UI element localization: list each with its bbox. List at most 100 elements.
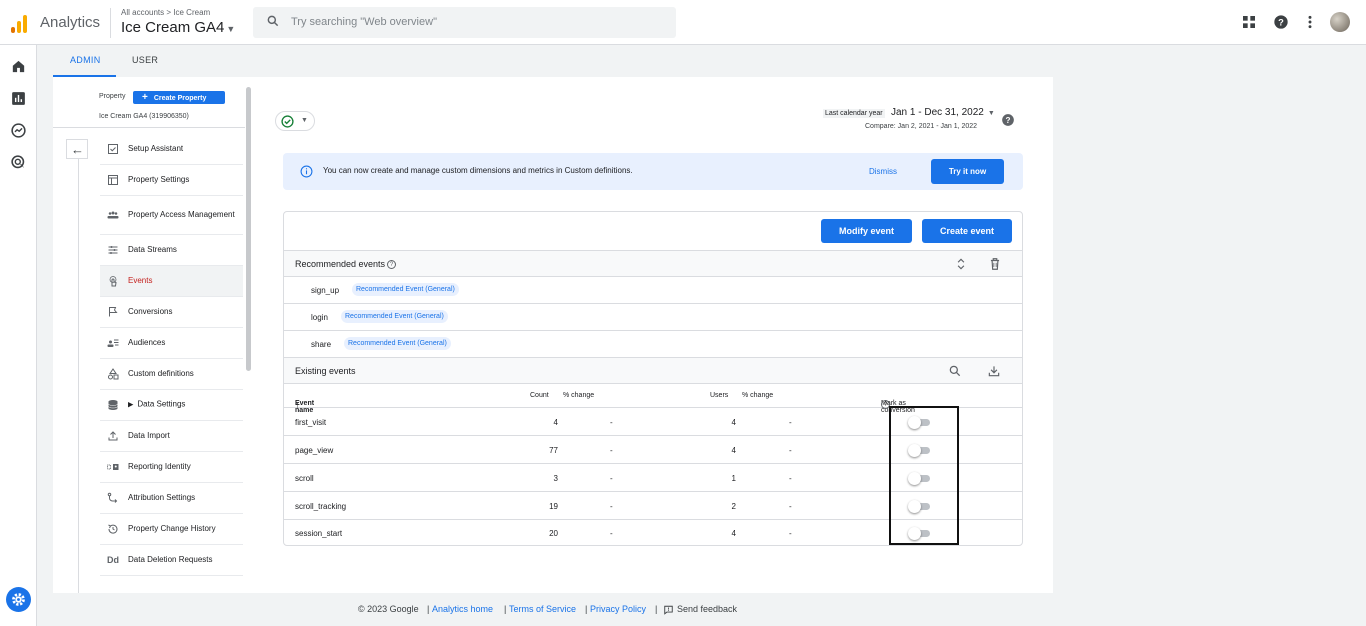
audience-icon <box>107 339 119 347</box>
col-users[interactable]: Users <box>710 392 728 399</box>
event-count: 3 <box>553 474 558 483</box>
sidebar-scrollbar[interactable] <box>246 87 251 371</box>
dismiss-button[interactable]: Dismiss <box>869 167 897 176</box>
create-property-button[interactable]: + Create Property <box>133 91 225 104</box>
back-button[interactable]: ← <box>66 139 88 159</box>
expand-collapse-icon[interactable] <box>954 257 968 271</box>
avatar[interactable] <box>1330 12 1350 32</box>
col-count[interactable]: Count <box>530 392 549 399</box>
explore-icon[interactable] <box>10 122 27 139</box>
more-vert-icon[interactable] <box>1302 14 1318 30</box>
sidebar-item-change-history[interactable]: Property Change History <box>100 514 243 545</box>
sidebar-item-audiences[interactable]: Audiences <box>100 328 243 359</box>
sidebar-item-label: Attribution Settings <box>128 493 196 502</box>
shapes-icon <box>108 368 119 380</box>
conversion-column-highlight <box>889 406 959 545</box>
event-users: 4 <box>731 529 736 538</box>
event-users: 2 <box>731 502 736 511</box>
home-icon[interactable] <box>10 58 27 75</box>
breadcrumb[interactable]: All accounts > Ice Cream <box>121 8 210 17</box>
advertising-icon[interactable] <box>10 154 27 171</box>
flag-icon <box>109 307 118 317</box>
analytics-logo-icon[interactable] <box>9 13 29 33</box>
breadcrumb-all-accounts[interactable]: All accounts <box>121 8 164 17</box>
modify-event-button[interactable]: Modify event <box>821 219 912 243</box>
help-icon[interactable]: ? <box>1273 14 1289 30</box>
sidebar-item-label: Audiences <box>128 338 166 347</box>
footer-terms-link[interactable]: Terms of Service <box>509 604 576 614</box>
data-quality-status[interactable]: ▼ <box>275 111 315 131</box>
try-it-now-button[interactable]: Try it now <box>931 159 1004 184</box>
property-label: Property <box>99 93 126 100</box>
sidebar-item-setup-assistant[interactable]: Setup Assistant <box>100 134 243 165</box>
list-item[interactable]: login Recommended Event (General) <box>284 304 1022 331</box>
history-icon <box>108 524 118 534</box>
date-range-label: Last calendar year <box>823 109 885 118</box>
tab-admin[interactable]: ADMIN <box>70 55 101 65</box>
top-app-bar: Analytics All accounts > Ice Cream Ice C… <box>0 0 1366 45</box>
help-icon[interactable]: ? <box>1001 113 1015 127</box>
event-count-change: - <box>610 529 613 538</box>
event-name[interactable]: page_view <box>295 446 333 455</box>
search-input[interactable] <box>291 13 661 31</box>
tab-user[interactable]: USER <box>132 55 158 65</box>
apps-grid-icon[interactable] <box>1241 14 1257 30</box>
event-name[interactable]: scroll <box>295 474 314 483</box>
recommended-event-name: login <box>311 313 328 322</box>
footer-privacy-link[interactable]: Privacy Policy <box>590 604 646 614</box>
sidebar-item-label: Conversions <box>128 307 173 316</box>
footer-separator: | <box>427 604 430 614</box>
sidebar-item-conversions[interactable]: Conversions <box>100 297 243 328</box>
caret-down-icon: ▼ <box>226 24 236 34</box>
sidebar-item-attribution-settings[interactable]: Attribution Settings <box>100 483 243 514</box>
recommended-event-tag: Recommended Event (General) <box>352 283 459 296</box>
recommended-event-name: sign_up <box>311 286 340 295</box>
property-id: Ice Cream GA4 (319906350) <box>99 113 189 120</box>
date-range-selector[interactable]: Jan 1 - Dec 31, 2022 ▼ <box>891 107 995 118</box>
check-circle-icon <box>281 115 294 128</box>
sidebar-item-custom-definitions[interactable]: Custom definitions <box>100 359 243 390</box>
sidebar-item-reporting-identity[interactable]: Reporting Identity <box>100 452 243 483</box>
event-name[interactable]: scroll_tracking <box>295 502 346 511</box>
event-name[interactable]: session_start <box>295 529 342 538</box>
footer-analytics-home-link[interactable]: Analytics home <box>432 604 493 614</box>
delete-icon[interactable] <box>988 257 1002 271</box>
help-icon[interactable]: ? <box>387 260 397 269</box>
recommended-event-tag: Recommended Event (General) <box>344 337 451 350</box>
banner-text: You can now create and manage custom dim… <box>323 166 633 175</box>
sidebar-item-label: Data Deletion Requests <box>128 555 213 564</box>
event-users-change: - <box>789 502 792 511</box>
property-selector[interactable]: Ice Cream GA4 ▼ <box>121 19 235 36</box>
recommended-event-tag: Recommended Event (General) <box>341 310 448 323</box>
search-icon[interactable] <box>948 364 962 378</box>
footer-send-feedback[interactable]: Send feedback <box>677 604 737 614</box>
sidebar-item-data-import[interactable]: Data Import <box>100 421 243 452</box>
property-sidebar: Property + Create Property Ice Cream GA4 … <box>53 77 253 593</box>
list-item[interactable]: share Recommended Event (General) <box>284 331 1022 358</box>
list-item[interactable]: sign_up Recommended Event (General) <box>284 277 1022 304</box>
app-name[interactable]: Analytics <box>40 14 100 31</box>
compare-range: Compare: Jan 2, 2021 - Jan 1, 2022 <box>865 123 978 130</box>
create-event-button[interactable]: Create event <box>922 219 1012 243</box>
event-count: 19 <box>549 502 558 511</box>
event-count: 77 <box>549 446 558 455</box>
sidebar-item-property-settings[interactable]: Property Settings <box>100 165 243 196</box>
sidebar-item-data-settings[interactable]: ▶ Data Settings <box>100 390 243 421</box>
sidebar-item-data-streams[interactable]: Data Streams <box>100 235 243 266</box>
reports-icon[interactable] <box>10 90 27 107</box>
sidebar-item-events[interactable]: Events <box>100 266 243 297</box>
event-users-change: - <box>789 529 792 538</box>
checklist-icon <box>108 144 118 154</box>
upload-icon <box>108 431 118 441</box>
search-box[interactable] <box>253 7 676 38</box>
sidebar-item-data-deletion[interactable]: Dd Data Deletion Requests <box>100 545 243 576</box>
admin-settings-button[interactable] <box>6 587 31 612</box>
sidebar-item-label: Setup Assistant <box>128 144 184 153</box>
touch-icon <box>109 276 117 287</box>
event-name[interactable]: first_visit <box>295 418 326 427</box>
existing-title: Existing events <box>295 366 356 376</box>
download-icon[interactable] <box>987 364 1001 378</box>
breadcrumb-account[interactable]: Ice Cream <box>173 8 210 17</box>
event-count-change: - <box>610 418 613 427</box>
sidebar-item-property-access[interactable]: Property Access Management <box>100 196 243 235</box>
